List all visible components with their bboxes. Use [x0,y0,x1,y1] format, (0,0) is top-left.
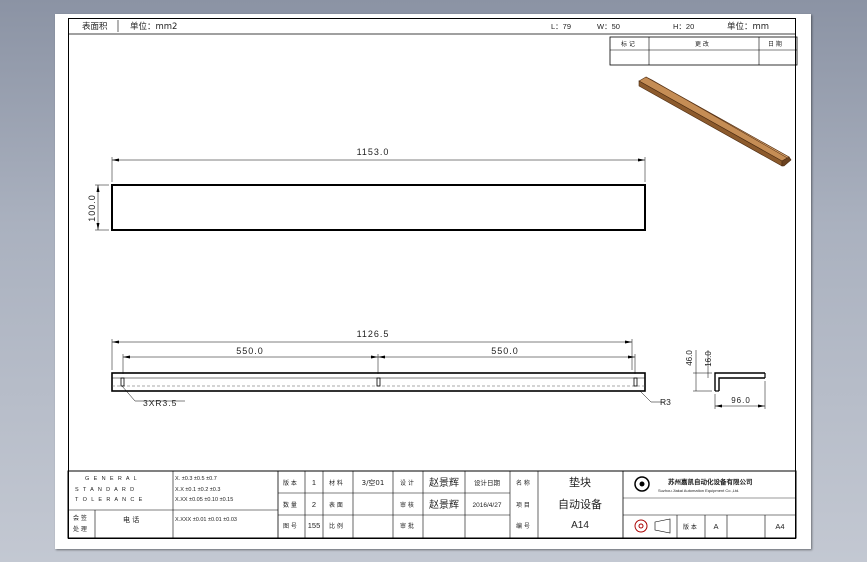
dim-width-100: 100.0 [87,194,97,222]
top-view: 1153.0 100.0 [87,147,646,231]
countersign-label: 会 签 [73,514,87,522]
material-value: 3/空01 [362,478,385,487]
holes-callout: 3XR3.5 [143,398,177,408]
tolerance-row-2: X.X ±0.1 ±0.2 ±0.3 [175,487,220,493]
surface-label: 表 面 [329,501,343,509]
code-label: 编 号 [516,522,530,530]
drawing-sheet: 表面积 单位：mm2 L：79 W：50 H：20 单位：mm 标 记 更 改 … [55,14,811,549]
dim-w-label: W：50 [597,22,620,31]
radius-callout: R3 [660,397,671,407]
company-logo-icon [634,476,650,492]
version-value: 1 [312,478,316,487]
revision-col-change: 更 改 [695,40,709,48]
scale-label: 比 例 [329,522,343,530]
drawing-canvas: 表面积 单位：mm2 L：79 W：50 H：20 单位：mm 标 记 更 改 … [67,20,798,539]
quantity-label: 数 量 [283,501,297,509]
area-unit-label: 单位：mm2 [130,21,177,32]
sheet-version-label: 版 本 [683,523,697,531]
projection-symbol-icon [634,518,671,534]
dim-length-1153: 1153.0 [357,147,390,157]
part-name-label: 名 称 [516,479,530,487]
designer-name: 赵景辉 [429,476,459,489]
dim-total-1126: 1126.5 [357,329,390,339]
dim-width-96: 96.0 [731,396,751,405]
tolerance-head-left-2: S T A N D A R D [75,487,136,493]
unit-label: 单位：mm [727,21,769,32]
project-label: 项 目 [516,502,530,509]
drawing-no-label: 图 号 [283,523,297,530]
company-name-en: Suzhou Jiakai Automation Equipment Co.,L… [658,488,739,493]
material-label: 材 料 [329,479,343,487]
process-label: 处 理 [73,525,87,533]
tolerance-head-left-1: G E N E R A L [85,476,138,482]
quantity-value: 2 [312,500,316,509]
company-name-cn: 苏州嘉凯自动化设备有限公司 [668,477,753,486]
dim-inner-16: 16.0 [704,351,713,367]
phone-label: 电 话 [123,515,139,524]
code-value: A14 [571,520,589,531]
designer-label: 设 计 [400,479,414,487]
dim-right-550: 550.0 [491,346,519,356]
tolerance-row-3: X.XX ±0.05 ±0.10 ±0.15 [175,497,233,503]
tolerance-row-1: X. ±0.3 ±0.5 ±0.7 [175,476,217,482]
project-value: 自动设备 [558,497,602,511]
dim-left-550: 550.0 [236,346,264,356]
tolerance-row-4: X.XXX ±0.01 ±0.01 ±0.03 [175,517,237,523]
paper-size: A4 [775,522,784,531]
dim-h-label: H：20 [673,22,694,31]
isometric-view [638,76,792,167]
dim-height-46: 46.0 [685,350,694,366]
design-date-label: 设计日期 [474,478,501,487]
checker-name: 赵景辉 [429,498,459,511]
sheet-version-value: A [713,522,718,531]
hole-center [376,377,381,387]
hole-right [633,377,638,387]
part-name-value: 垫块 [569,475,591,489]
checker-label: 审 核 [400,501,414,509]
design-date-value: 2016/4/27 [473,502,502,509]
version-label: 版 本 [283,479,297,487]
front-view: 1126.5 550.0 550.0 3XR3.5 R3 [111,329,671,408]
side-view: 46.0 16.0 96.0 [685,350,766,409]
title-block: G E N E R A L S T A N D A R D T O L E R … [67,470,797,539]
revision-col-mark: 标 记 [621,40,635,48]
approver-label: 审 批 [400,522,414,530]
tolerance-head-left-3: T O L E R A N C E [75,497,144,503]
hole-left [120,377,125,387]
drawing-no-value: 155 [308,521,321,530]
dim-l-label: L：79 [551,22,571,31]
revision-table: 标 记 更 改 日 期 [609,36,798,66]
area-label: 表面积 [82,21,108,32]
revision-col-date: 日 期 [768,40,782,48]
